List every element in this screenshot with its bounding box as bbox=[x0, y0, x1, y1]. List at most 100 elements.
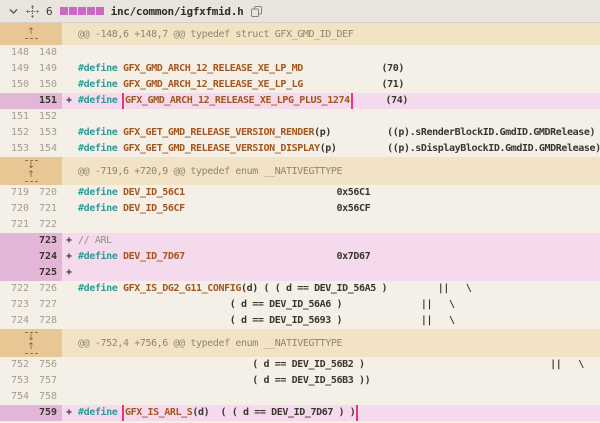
new-line-number: 725 bbox=[34, 265, 62, 281]
expand-up-icon: ↑ bbox=[27, 171, 35, 180]
diff-stat-block bbox=[60, 7, 68, 15]
new-line-number: 757 bbox=[34, 373, 62, 389]
code-segment-plain: (d) ( ( d == DEV_ID_7D67 ) ) bbox=[192, 407, 355, 418]
code-segment-kw: #define bbox=[78, 63, 123, 74]
new-line-number: 150 bbox=[34, 77, 62, 93]
new-line-number: 154 bbox=[34, 141, 62, 157]
code-line: #define GFX_GMD_ARCH_12_RELEASE_XE_LP_LG… bbox=[78, 77, 600, 93]
diff-marker: + bbox=[62, 233, 78, 249]
old-line-number: 723 bbox=[0, 297, 34, 313]
new-line-number: 722 bbox=[34, 217, 62, 233]
code-line bbox=[78, 45, 600, 61]
diff-marker: + bbox=[62, 405, 78, 421]
code-segment-plain: (74) bbox=[352, 95, 408, 106]
expand-up-button[interactable]: ↑ bbox=[25, 171, 38, 183]
code-segment-plain: ( d == DEV_ID_56A6 ) || \ bbox=[78, 299, 455, 310]
highlight-box: GFX_IS_ARL_S(d) ( ( d == DEV_ID_7D67 ) ) bbox=[122, 405, 358, 421]
diff-row-context: 153154#define GFX_GET_GMD_RELEASE_VERSIO… bbox=[0, 141, 600, 157]
chevron-down-icon bbox=[8, 6, 19, 17]
code-line: #define GFX_GET_GMD_RELEASE_VERSION_REND… bbox=[78, 125, 600, 141]
code-line: #define GFX_GMD_ARCH_12_RELEASE_XE_LP_MD… bbox=[78, 61, 600, 77]
hunk-header-text: @@ -752,4 +756,6 @@ typedef enum __NATIV… bbox=[78, 338, 342, 349]
line-number-gutter: 151 bbox=[0, 93, 62, 109]
old-line-number bbox=[0, 93, 34, 109]
diff-marker bbox=[62, 281, 78, 297]
diff-file-panel: 6 inc/common/igfxfmid.h ↑@@ -148,6 +148,… bbox=[0, 0, 600, 421]
diff-row-context: 151152 bbox=[0, 109, 600, 125]
line-number-gutter: 724728 bbox=[0, 313, 62, 329]
code-segment-kw: #define bbox=[78, 95, 123, 106]
code-segment-name: DEV_ID_56C1 bbox=[123, 187, 185, 198]
diff-row-context: 150150#define GFX_GMD_ARCH_12_RELEASE_XE… bbox=[0, 77, 600, 93]
code-line: #define GFX_IS_ARL_S(d) ( ( d == DEV_ID_… bbox=[78, 405, 600, 421]
diff-row-added: 723+// ARL bbox=[0, 233, 600, 249]
diff-row-added: 151+#define GFX_GMD_ARCH_12_RELEASE_XE_L… bbox=[0, 93, 600, 109]
hunk-header-row: ↓↑@@ -719,6 +720,9 @@ typedef enum __NAT… bbox=[0, 157, 600, 185]
diff-marker bbox=[62, 141, 78, 157]
code-segment-kw: #define bbox=[78, 251, 123, 262]
code-segment-kw: #define bbox=[78, 283, 123, 294]
code-segment-plain: ( d == DEV_ID_5693 ) || \ bbox=[78, 315, 455, 326]
code-segment-kw: #define bbox=[78, 407, 123, 418]
code-line: // ARL bbox=[78, 233, 600, 249]
code-segment-plain: (d) ( ( d == DEV_ID_56A5 ) || \ bbox=[241, 283, 471, 294]
diff-row-added: 725+ bbox=[0, 265, 600, 281]
new-line-number: 728 bbox=[34, 313, 62, 329]
diff-marker: + bbox=[62, 249, 78, 265]
hunk-header-text: @@ -719,6 +720,9 @@ typedef enum __NATIV… bbox=[78, 166, 342, 177]
file-path: inc/common/igfxfmid.h bbox=[111, 5, 244, 18]
drag-handle[interactable] bbox=[26, 5, 39, 18]
old-line-number: 152 bbox=[0, 125, 34, 141]
old-line-number: 148 bbox=[0, 45, 34, 61]
code-line bbox=[78, 389, 600, 405]
copy-path-button[interactable] bbox=[250, 5, 263, 18]
old-line-number: 752 bbox=[0, 357, 34, 373]
diff-marker bbox=[62, 201, 78, 217]
diff-marker: + bbox=[62, 265, 78, 281]
code-segment-name: DEV_ID_56CF bbox=[123, 203, 185, 214]
code-line: ( d == DEV_ID_56B3 )) bbox=[78, 373, 600, 389]
line-number-gutter: 722726 bbox=[0, 281, 62, 297]
old-line-number: 721 bbox=[0, 217, 34, 233]
expand-up-button[interactable]: ↑ bbox=[25, 28, 38, 40]
diff-row-context: 720721#define DEV_ID_56CF 0x56CF bbox=[0, 201, 600, 217]
old-line-number: 722 bbox=[0, 281, 34, 297]
expand-up-icon: ↑ bbox=[27, 28, 35, 37]
code-segment-name: GFX_IS_ARL_S bbox=[125, 407, 192, 418]
diff-stat-block bbox=[69, 7, 77, 15]
diff-marker bbox=[62, 185, 78, 201]
diff-row-context: 753757 ( d == DEV_ID_56B3 )) bbox=[0, 373, 600, 389]
dashed-line bbox=[25, 353, 38, 354]
code-segment-name: GFX_GMD_ARCH_12_RELEASE_XE_LPG_PLUS_1274 bbox=[125, 95, 350, 106]
code-line bbox=[78, 109, 600, 125]
new-line-number: 148 bbox=[34, 45, 62, 61]
code-line: #define DEV_ID_56CF 0x56CF bbox=[78, 201, 600, 217]
old-line-number bbox=[0, 265, 34, 281]
hunk-header-row: ↑@@ -148,6 +148,7 @@ typedef struct GFX_… bbox=[0, 23, 600, 45]
code-segment-plain: (p) ((p).sDisplayBlockID.GmdID.GMDReleas… bbox=[320, 143, 600, 154]
line-number-gutter: 723 bbox=[0, 233, 62, 249]
code-line: #define GFX_GMD_ARCH_12_RELEASE_XE_LPG_P… bbox=[78, 93, 600, 109]
new-line-number: 726 bbox=[34, 281, 62, 297]
line-number-gutter: 723727 bbox=[0, 297, 62, 313]
move-icon bbox=[26, 5, 39, 18]
code-line: #define DEV_ID_7D67 0x7D67 bbox=[78, 249, 600, 265]
expand-up-button[interactable]: ↑ bbox=[25, 343, 38, 355]
code-segment-plain: 0x7D67 bbox=[185, 251, 370, 262]
new-line-number: 720 bbox=[34, 185, 62, 201]
code-segment-name: GFX_GET_GMD_RELEASE_VERSION_DISPLAY bbox=[123, 143, 320, 154]
code-segment-kw: #define bbox=[78, 203, 123, 214]
expand-up-icon: ↑ bbox=[27, 343, 35, 352]
changes-count: 6 bbox=[46, 5, 53, 18]
diff-stat-block bbox=[96, 7, 104, 15]
diff-row-context: 721722 bbox=[0, 217, 600, 233]
code-segment-plain: (70) bbox=[303, 63, 404, 74]
diff-marker bbox=[62, 125, 78, 141]
diff-row-context: 722726#define GFX_IS_DG2_G11_CONFIG(d) (… bbox=[0, 281, 600, 297]
collapse-file-button[interactable] bbox=[8, 6, 19, 17]
line-number-gutter: 719720 bbox=[0, 185, 62, 201]
line-number-gutter: 753757 bbox=[0, 373, 62, 389]
diff-marker bbox=[62, 389, 78, 405]
new-line-number: 756 bbox=[34, 357, 62, 373]
line-number-gutter: 153154 bbox=[0, 141, 62, 157]
